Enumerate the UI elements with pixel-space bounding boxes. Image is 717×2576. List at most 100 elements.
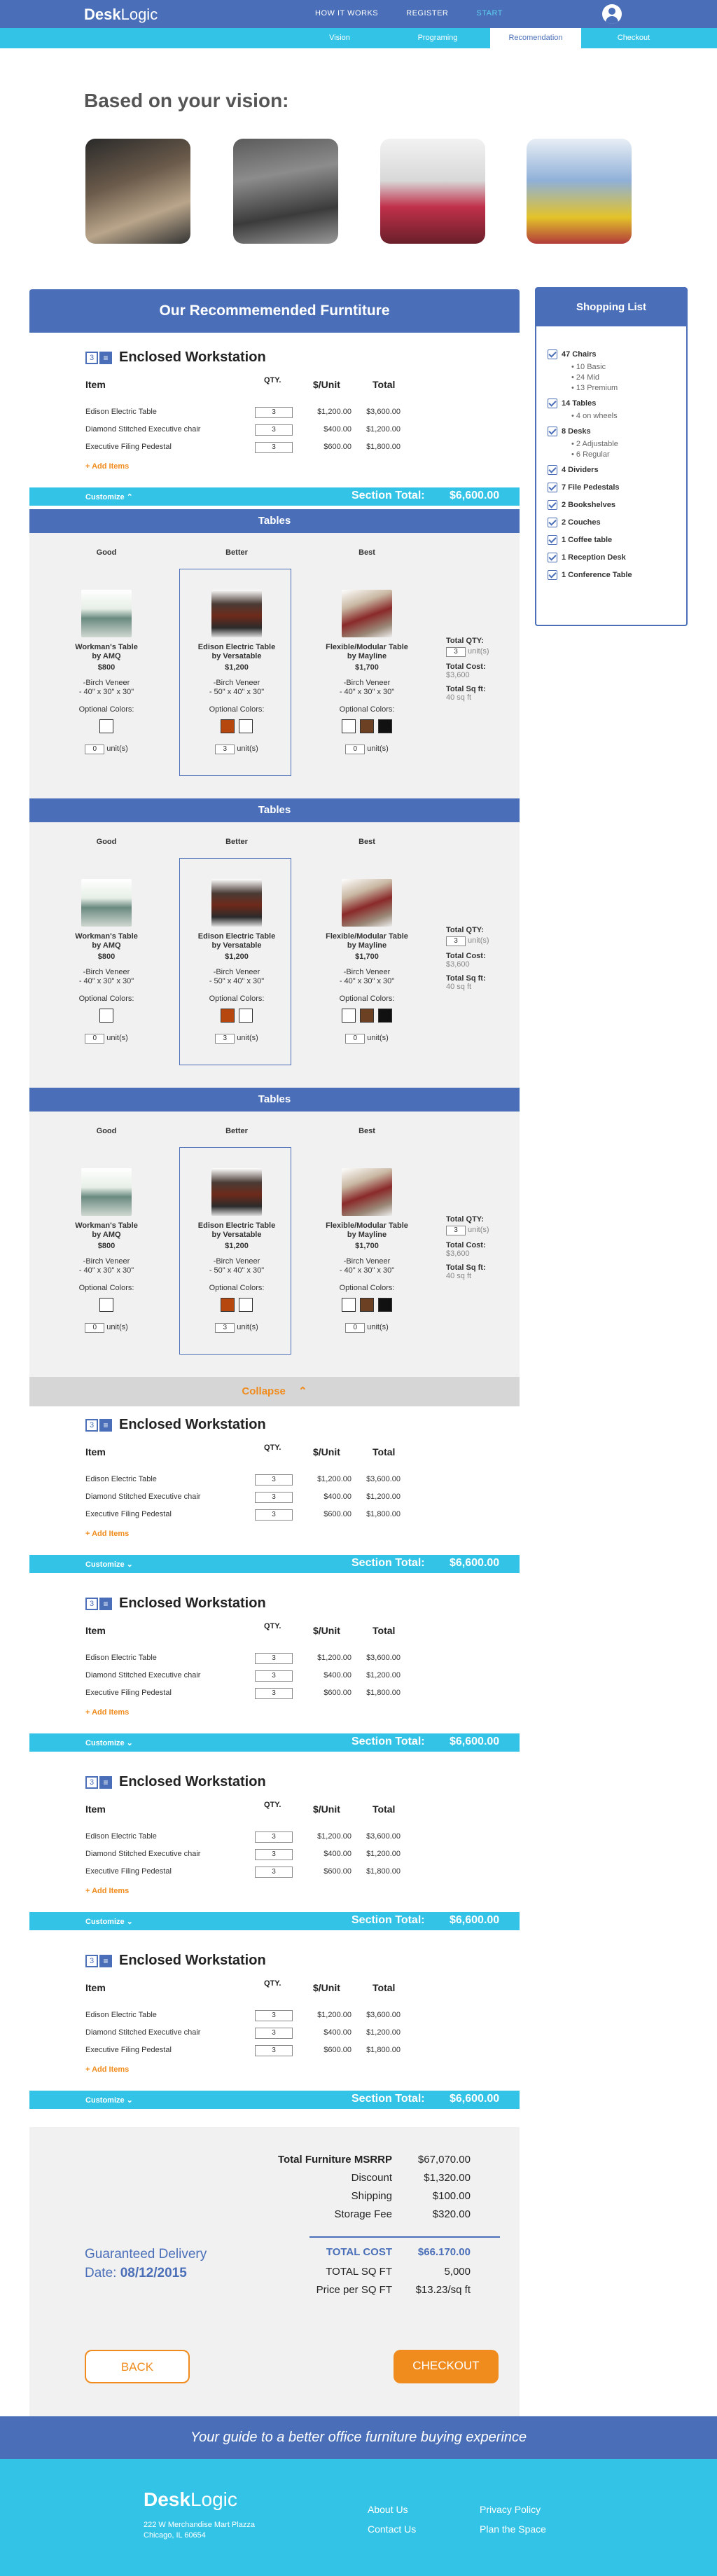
back-button[interactable]: BACK (85, 2350, 190, 2383)
checkbox-icon[interactable] (548, 535, 557, 545)
shopping-list-item[interactable]: 4 Dividers (548, 465, 599, 475)
customize-toggle[interactable]: Customize ⌄ (85, 1738, 133, 1747)
shopping-list-item[interactable]: 1 Reception Desk (548, 553, 626, 562)
checkbox-icon[interactable] (548, 570, 557, 580)
qty-input[interactable]: 3 (255, 424, 293, 436)
color-swatch[interactable] (378, 1298, 392, 1312)
units-input[interactable]: 3 (215, 1323, 235, 1333)
color-swatch[interactable] (342, 1009, 356, 1023)
step-recomendation[interactable]: Recomendation (490, 28, 581, 48)
table-option-card[interactable]: Edison Electric Table by Versatable $1,20… (181, 1168, 293, 1333)
units-input[interactable]: 0 (345, 1034, 366, 1044)
shopping-list-item[interactable]: 7 File Pedestals (548, 483, 620, 492)
checkbox-icon[interactable] (548, 349, 557, 359)
units-input[interactable]: 0 (85, 1034, 105, 1044)
table-option[interactable]: Good (50, 1127, 162, 1162)
color-swatch[interactable] (239, 1009, 253, 1023)
table-option-card[interactable]: Edison Electric Table by Versatable $1,20… (181, 879, 293, 1044)
user-avatar-icon[interactable] (602, 4, 622, 24)
step-vision[interactable]: Vision (294, 28, 385, 48)
table-option-card[interactable]: Edison Electric Table by Versatable $1,20… (181, 590, 293, 754)
color-swatch[interactable] (239, 1298, 253, 1312)
add-items-link[interactable]: + Add Items (85, 1887, 129, 1895)
workstation-qty-badge[interactable]: 3 (85, 1775, 98, 1789)
color-swatch[interactable] (342, 1298, 356, 1312)
checkbox-icon[interactable] (548, 553, 557, 562)
customize-toggle[interactable]: Customize ⌄ (85, 1917, 133, 1926)
qty-input[interactable]: 3 (255, 1867, 293, 1878)
qty-input[interactable]: 3 (255, 1688, 293, 1699)
color-swatch[interactable] (360, 719, 374, 733)
qty-input[interactable]: 3 (255, 1670, 293, 1682)
color-swatch[interactable] (360, 1009, 374, 1023)
footer-link-about[interactable]: About Us (368, 2504, 408, 2515)
checkbox-icon[interactable] (548, 518, 557, 527)
table-option[interactable]: Good (50, 838, 162, 873)
add-items-link[interactable]: + Add Items (85, 1530, 129, 1538)
color-swatch[interactable] (99, 1009, 113, 1023)
units-input[interactable]: 0 (345, 1323, 366, 1333)
table-option[interactable]: Best (311, 548, 423, 583)
shopping-list-item[interactable]: 47 Chairs (548, 349, 597, 359)
add-items-link[interactable]: + Add Items (85, 462, 129, 471)
vision-image-3[interactable] (380, 139, 485, 244)
color-swatch[interactable] (99, 719, 113, 733)
table-option-card[interactable]: Flexible/Modular Table by Mayline $1,700 … (311, 1168, 423, 1333)
nav-start[interactable]: START (476, 9, 503, 18)
step-checkout[interactable]: Checkout (588, 28, 679, 48)
qty-input[interactable]: 3 (255, 407, 293, 418)
total-qty-input[interactable]: 3 (446, 647, 466, 657)
qty-input[interactable]: 3 (255, 1474, 293, 1486)
table-option-card[interactable]: Workman's Table by AMQ $800 -Birch Veneer… (50, 879, 162, 1044)
table-option-card[interactable]: Workman's Table by AMQ $800 -Birch Veneer… (50, 1168, 162, 1333)
add-items-link[interactable]: + Add Items (85, 1708, 129, 1717)
customize-toggle[interactable]: Customize ⌄ (85, 1560, 133, 1569)
qty-input[interactable]: 3 (255, 1509, 293, 1521)
footer-link-plan[interactable]: Plan the Space (480, 2523, 546, 2535)
workstation-qty-badge[interactable]: 3 (85, 1954, 98, 1967)
color-swatch[interactable] (378, 719, 392, 733)
color-swatch[interactable] (342, 719, 356, 733)
checkbox-icon[interactable] (548, 500, 557, 510)
workstation-qty-badge[interactable]: 3 (85, 1597, 98, 1610)
logo[interactable]: DeskLogic (84, 6, 158, 24)
expand-icon[interactable]: ≡ (99, 1775, 112, 1789)
units-input[interactable]: 0 (85, 745, 105, 754)
expand-icon[interactable]: ≡ (99, 1954, 112, 1967)
nav-how-it-works[interactable]: HOW IT WORKS (315, 9, 378, 18)
qty-input[interactable]: 3 (255, 1831, 293, 1843)
vision-image-4[interactable] (527, 139, 632, 244)
checkbox-icon[interactable] (548, 483, 557, 492)
add-items-link[interactable]: + Add Items (85, 2065, 129, 2074)
workstation-qty-badge[interactable]: 3 (85, 1418, 98, 1432)
expand-icon[interactable]: ≡ (99, 1597, 112, 1610)
customize-toggle[interactable]: Customize ⌄ (85, 2096, 133, 2105)
total-qty-input[interactable]: 3 (446, 936, 466, 946)
color-swatch[interactable] (221, 719, 235, 733)
table-option-card[interactable]: Flexible/Modular Table by Mayline $1,700 … (311, 590, 423, 754)
shopping-list-item[interactable]: 2 Bookshelves (548, 500, 615, 510)
qty-input[interactable]: 3 (255, 1849, 293, 1860)
checkbox-icon[interactable] (548, 399, 557, 408)
table-option[interactable]: Good (50, 548, 162, 583)
table-option[interactable]: Best (311, 838, 423, 873)
units-input[interactable]: 0 (85, 1323, 105, 1333)
units-input[interactable]: 3 (215, 745, 235, 754)
shopping-list-item[interactable]: 1 Conference Table (548, 570, 632, 580)
footer-link-privacy[interactable]: Privacy Policy (480, 2504, 541, 2515)
workstation-qty-badge[interactable]: 3 (85, 351, 98, 364)
units-input[interactable]: 0 (345, 745, 366, 754)
checkout-button[interactable]: CHECKOUT (394, 2350, 499, 2383)
color-swatch[interactable] (239, 719, 253, 733)
step-programing[interactable]: Programing (392, 28, 483, 48)
checkbox-icon[interactable] (548, 427, 557, 436)
color-swatch[interactable] (360, 1298, 374, 1312)
expand-icon[interactable]: ≡ (99, 351, 112, 364)
checkbox-icon[interactable] (548, 465, 557, 475)
color-swatch[interactable] (221, 1298, 235, 1312)
vision-image-1[interactable] (85, 139, 190, 244)
qty-input[interactable]: 3 (255, 1492, 293, 1503)
qty-input[interactable]: 3 (255, 2045, 293, 2056)
table-option[interactable]: Best (311, 1127, 423, 1162)
color-swatch[interactable] (99, 1298, 113, 1312)
